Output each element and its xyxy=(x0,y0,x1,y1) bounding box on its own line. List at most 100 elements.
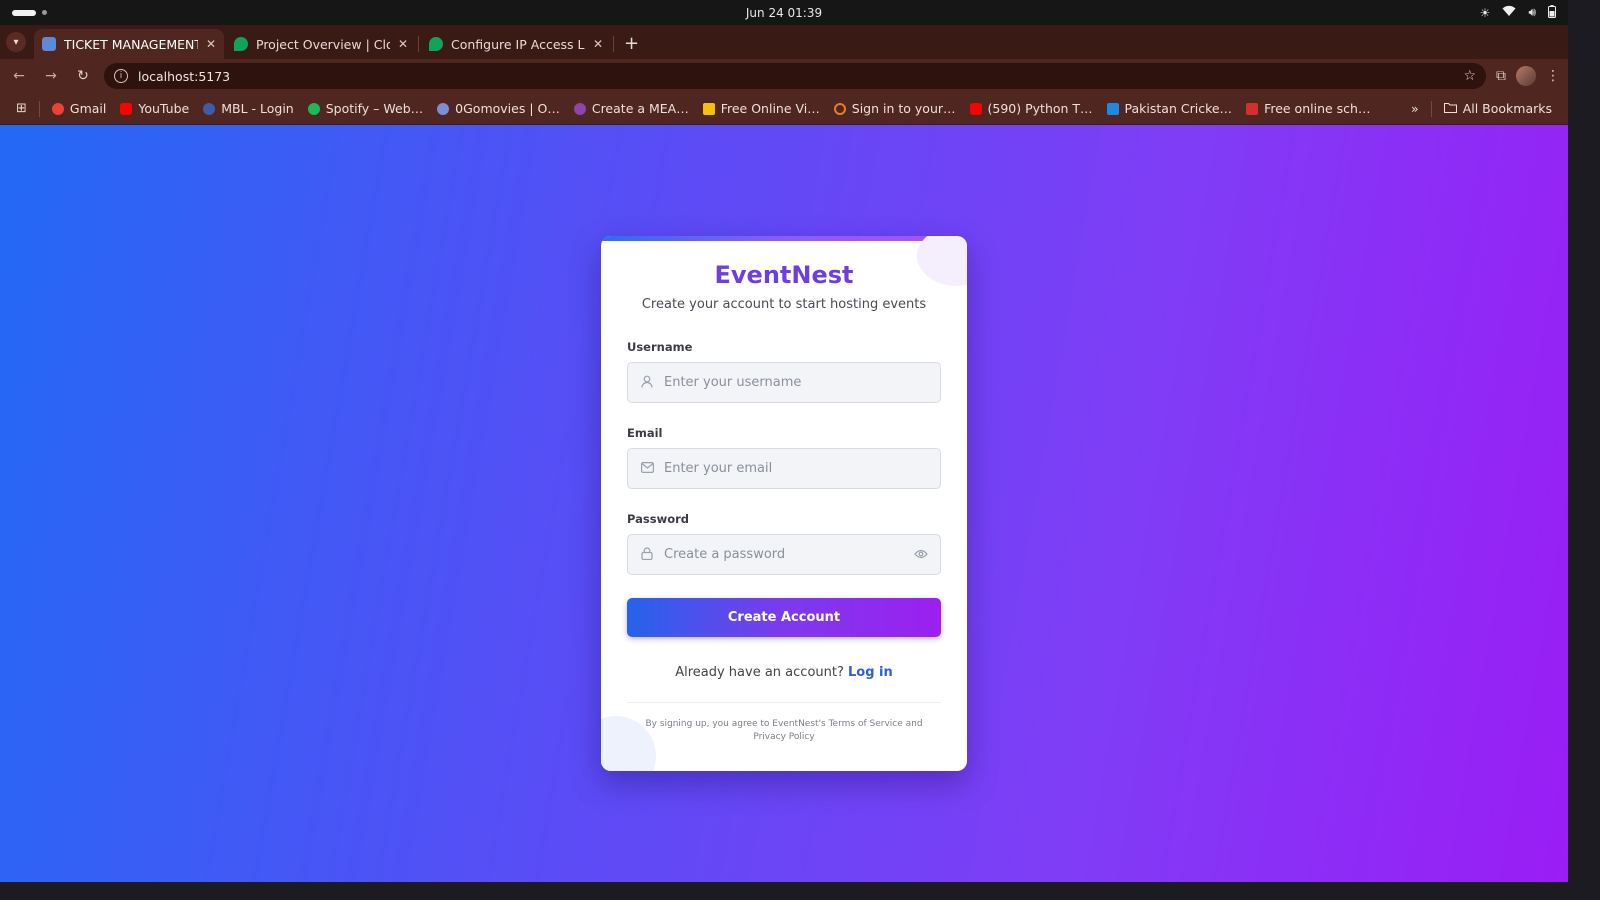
page-subtitle: Create your account to start hosting eve… xyxy=(641,297,927,312)
clock[interactable]: Jun 24 01:39 xyxy=(746,6,822,20)
bookmark-youtube[interactable]: YouTube xyxy=(114,101,195,116)
apps-grid-icon[interactable]: ⊞ xyxy=(10,101,33,116)
bookmark-free-online-vi[interactable]: Free Online Vi… xyxy=(697,101,826,116)
gomovies-icon xyxy=(437,102,450,115)
tab-configure-ip-access[interactable]: Configure IP Access List | ✕ xyxy=(421,29,611,59)
brightness-icon: ☀ xyxy=(1479,5,1491,20)
new-tab-button[interactable]: + xyxy=(616,33,647,59)
youtube-icon xyxy=(120,102,133,115)
bookmark-label: Gmail xyxy=(69,101,107,116)
mbl-icon xyxy=(203,102,216,115)
toolbar: ← → ↻ i localhost:5173 ☆ ⧉ ⋮ xyxy=(0,59,1568,93)
more-menu-icon[interactable]: ⋮ xyxy=(1546,68,1560,84)
address-bar[interactable]: i localhost:5173 ☆ xyxy=(104,63,1486,89)
bookmark-label: Create a MEA… xyxy=(591,101,689,116)
reload-icon[interactable]: ↻ xyxy=(72,68,94,84)
tab-search-button[interactable]: ▾ xyxy=(6,32,26,52)
tab-separator xyxy=(613,36,614,52)
email-label: Email xyxy=(627,426,663,440)
cricket-icon xyxy=(1106,102,1119,115)
tab-favicon-icon xyxy=(42,37,56,51)
forward-arrow-icon[interactable]: → xyxy=(40,68,62,84)
volume-icon: 🔊︎ xyxy=(1528,5,1536,19)
bookmark-sign-in[interactable]: Sign in to your… xyxy=(828,101,962,116)
tab-separator xyxy=(418,36,419,52)
bookmark-label: Free online sch… xyxy=(1264,101,1371,116)
bookmarks-divider xyxy=(38,100,40,117)
bookmark-star-icon[interactable]: ☆ xyxy=(1463,68,1476,84)
signup-card: EventNest Create your account to start h… xyxy=(601,236,967,771)
signup-form: Username Email Password xyxy=(601,340,967,744)
back-arrow-icon[interactable]: ← xyxy=(8,68,30,84)
password-field[interactable] xyxy=(627,534,941,575)
site-info-icon[interactable]: i xyxy=(114,69,128,83)
wifi-icon xyxy=(1502,5,1516,20)
bookmark-create-mea[interactable]: Create a MEA… xyxy=(568,101,695,116)
all-bookmarks-button[interactable]: All Bookmarks xyxy=(1438,101,1558,116)
bookmark-label: Sign in to your… xyxy=(851,101,956,116)
bookmark-label: 0Gomovies | O… xyxy=(455,101,560,116)
lock-icon xyxy=(640,546,654,563)
tab-favicon-icon xyxy=(234,37,248,51)
username-label: Username xyxy=(627,340,693,354)
all-bookmarks-label: All Bookmarks xyxy=(1462,101,1552,116)
email-field[interactable] xyxy=(627,448,941,489)
bookmark-gmail[interactable]: Gmail xyxy=(46,101,112,116)
bookmark-mbl-login[interactable]: MBL - Login xyxy=(197,101,300,116)
bookmark-label: YouTube xyxy=(138,101,190,116)
active-workspace-pill xyxy=(12,9,36,16)
workspace-dot xyxy=(42,10,47,15)
login-prompt-text: Already have an account? xyxy=(675,665,844,680)
close-icon[interactable]: ✕ xyxy=(593,37,603,51)
tab-project-overview[interactable]: Project Overview | Cloud ✕ xyxy=(226,29,416,59)
login-prompt: Already have an account? Log in xyxy=(627,665,941,680)
bookmark-spotify[interactable]: Spotify – Web… xyxy=(302,101,429,116)
ring-icon xyxy=(833,102,846,115)
profile-avatar[interactable] xyxy=(1516,66,1536,86)
youtube-icon xyxy=(969,102,982,115)
mail-icon xyxy=(640,461,654,476)
eye-icon[interactable] xyxy=(914,548,928,562)
url-text[interactable]: localhost:5173 xyxy=(138,69,1453,84)
extensions-icon[interactable]: ⧉ xyxy=(1496,68,1506,84)
folder-icon xyxy=(1443,101,1457,116)
bookmark-free-online-sch[interactable]: Free online sch… xyxy=(1240,101,1376,116)
download-arrow-icon xyxy=(702,102,715,115)
chevron-down-icon: ▾ xyxy=(13,36,19,48)
bookmark-label: MBL - Login xyxy=(221,101,294,116)
tab-ticket-management[interactable]: TICKET MANAGEMENT ✕ xyxy=(34,29,224,59)
bookmark-python[interactable]: (590) Python T… xyxy=(964,101,1099,116)
email-input[interactable] xyxy=(664,461,928,476)
bookmark-label: (590) Python T… xyxy=(987,101,1093,116)
page-background: EventNest Create your account to start h… xyxy=(0,125,1568,882)
bookmark-label: Pakistan Cricke… xyxy=(1124,101,1233,116)
bookmarks-divider xyxy=(1430,100,1432,117)
more-bookmarks-button[interactable]: » xyxy=(1405,101,1425,116)
tab-title: Configure IP Access List | xyxy=(451,36,585,52)
close-icon[interactable]: ✕ xyxy=(398,37,408,51)
username-field[interactable] xyxy=(627,362,941,403)
tab-title: Project Overview | Cloud xyxy=(256,36,390,52)
workspace-indicator[interactable] xyxy=(12,9,47,16)
bookmark-pakistan-cricket[interactable]: Pakistan Cricke… xyxy=(1101,101,1239,116)
login-link[interactable]: Log in xyxy=(848,665,893,680)
username-input[interactable] xyxy=(664,375,928,390)
spotify-icon xyxy=(307,102,320,115)
battery-icon xyxy=(1548,4,1556,21)
bookmark-label: Spotify – Web… xyxy=(325,101,424,116)
password-input[interactable] xyxy=(664,547,904,562)
tab-title: TICKET MANAGEMENT xyxy=(64,36,198,52)
schedule-icon xyxy=(1246,102,1259,115)
system-tray[interactable]: ☀ 🔊︎ xyxy=(1479,4,1556,21)
user-icon xyxy=(640,375,654,391)
plus-icon: + xyxy=(624,33,640,54)
create-account-button[interactable]: Create Account xyxy=(627,598,941,637)
card-accent-bar xyxy=(601,236,967,241)
terms-text: By signing up, you agree to EventNest's … xyxy=(645,719,923,742)
divider xyxy=(627,702,941,703)
bookmark-0gomovies[interactable]: 0Gomovies | O… xyxy=(431,101,566,116)
tab-favicon-icon xyxy=(429,37,443,51)
tab-strip: ▾ TICKET MANAGEMENT ✕ Project Overview |… xyxy=(0,25,1568,59)
close-icon[interactable]: ✕ xyxy=(206,37,216,51)
bookmarks-bar: ⊞ Gmail YouTube MBL - Login Spotify – We… xyxy=(0,93,1568,125)
